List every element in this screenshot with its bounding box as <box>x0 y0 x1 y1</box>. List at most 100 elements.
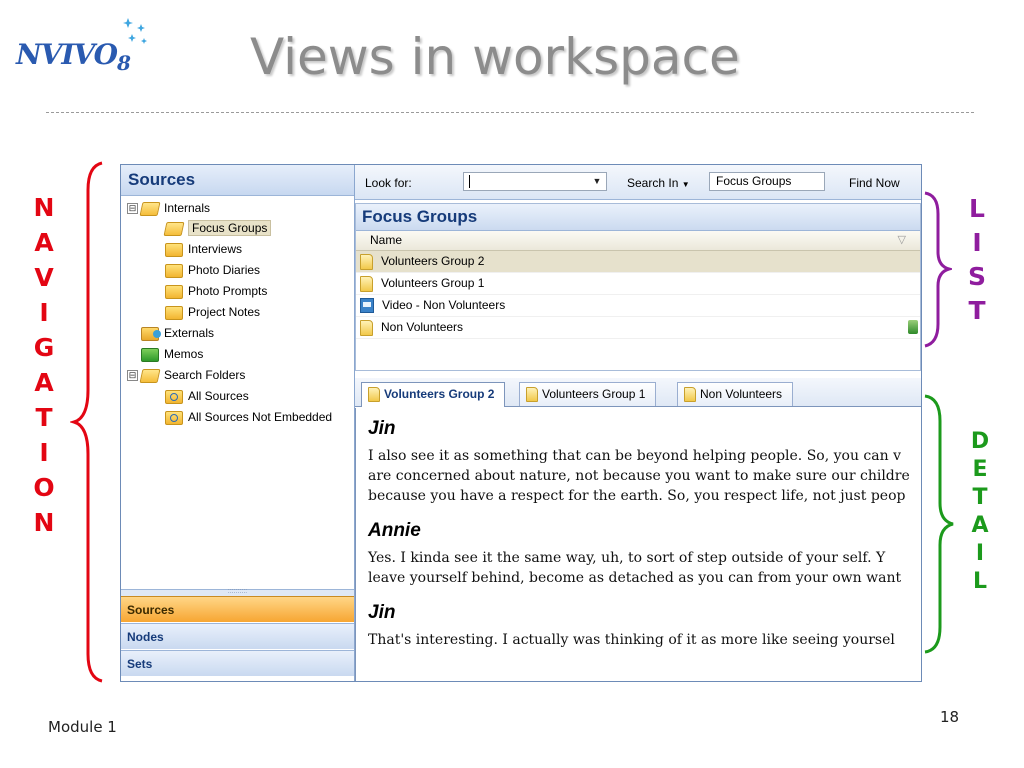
list-item[interactable]: Video - Non Volunteers <box>356 295 920 317</box>
detail-letter: D <box>970 429 990 454</box>
collapse-toggle-icon[interactable]: ⊟ <box>127 203 138 215</box>
title-divider <box>46 112 974 113</box>
list-brace <box>924 191 952 348</box>
open-folder-icon <box>139 201 161 216</box>
look-for-input[interactable]: ▼ <box>463 172 607 191</box>
text-caret <box>469 175 470 188</box>
tree-item-photo-diaries[interactable]: Photo Diaries <box>165 260 260 280</box>
list-letter: L <box>969 194 985 223</box>
tree-item-label: Memos <box>164 347 204 361</box>
page-number: 18 <box>940 708 960 726</box>
document-icon <box>526 387 538 403</box>
navigation-letter: N <box>33 193 55 222</box>
nvivo-workspace: Sources ⊟ Internals Focus Groups Intervie… <box>120 164 922 682</box>
memos-folder-icon <box>141 347 159 362</box>
search-folder-icon <box>165 389 183 404</box>
tree-item-label: Focus Groups <box>188 220 272 236</box>
tree-item-internals[interactable]: ⊟ Internals <box>127 198 210 218</box>
list-annotation: L I S T <box>960 192 994 328</box>
detail-letter: E <box>972 457 988 482</box>
tab-label: Non Volunteers <box>700 387 783 401</box>
tree-item-label: Photo Prompts <box>188 284 268 298</box>
navigation-letter: V <box>34 263 54 292</box>
tree-item-project-notes[interactable]: Project Notes <box>165 302 260 322</box>
tab-non-volunteers[interactable]: Non Volunteers <box>677 382 794 406</box>
detail-annotation: D E T A I L <box>963 428 997 596</box>
dropdown-arrow-icon[interactable]: ▼ <box>588 173 606 190</box>
folder-icon <box>165 284 183 299</box>
document-icon <box>360 319 373 336</box>
find-now-button[interactable]: Find Now <box>849 176 900 190</box>
detail-view[interactable]: Jin I also see it as something that can … <box>355 408 921 681</box>
tree-item-label: All Sources <box>188 389 249 403</box>
navigation-header: Sources <box>121 165 354 196</box>
filter-icon[interactable]: ▽ <box>898 231 906 250</box>
transcript-line: I also see it as something that can be b… <box>368 448 901 464</box>
logo-version: 8 <box>117 51 131 75</box>
transcript-line: Yes. I kinda see it the same way, uh, to… <box>368 550 886 566</box>
list-letter: I <box>972 228 982 257</box>
document-icon <box>360 275 373 292</box>
document-icon <box>368 387 380 403</box>
find-bar: Look for: ▼ Search In ▼ Focus Groups Fin… <box>355 165 921 200</box>
tree-item-label: Externals <box>164 326 215 340</box>
navigation-letter: O <box>33 473 55 502</box>
nav-button-nodes[interactable]: Nodes <box>121 623 354 649</box>
navigation-letter: N <box>33 508 55 537</box>
column-header-name[interactable]: Name ▽ <box>356 231 920 251</box>
tree-item-photo-prompts[interactable]: Photo Prompts <box>165 281 267 301</box>
navigation-letter: I <box>39 438 49 467</box>
tree-item-all-sources[interactable]: All Sources <box>165 386 249 406</box>
detail-letter: L <box>972 569 988 594</box>
navigation-letter: I <box>39 298 49 327</box>
list-item[interactable]: Volunteers Group 2 <box>356 251 920 273</box>
tree-item-memos[interactable]: Memos <box>141 344 203 364</box>
column-header-label: Name <box>370 233 403 247</box>
list-item[interactable]: Volunteers Group 1 <box>356 273 920 295</box>
navigation-annotation: N A V I G A T I O N <box>27 190 61 540</box>
tree-item-all-sources-not-embedded[interactable]: All Sources Not Embedded <box>165 407 332 427</box>
look-for-label: Look for: <box>365 176 412 190</box>
speaker-name: Annie <box>368 520 421 541</box>
list-item-name: Volunteers Group 2 <box>381 254 485 268</box>
nvivo-logo: NVIVO8 <box>16 18 147 78</box>
search-scope-field[interactable]: Focus Groups <box>709 172 825 191</box>
navigation-letter: A <box>34 368 54 397</box>
speaker-name: Jin <box>368 602 396 623</box>
document-icon <box>684 387 696 403</box>
tree-item-label: Interviews <box>188 242 243 256</box>
pane-resize-grip[interactable]: :::::::::: <box>121 588 354 596</box>
nav-button-sets[interactable]: Sets <box>121 650 354 676</box>
navigation-letter: G <box>33 333 55 362</box>
open-folder-icon <box>139 368 161 383</box>
nav-button-sources[interactable]: Sources <box>121 596 354 622</box>
list-view: Focus Groups Name ▽ Volunteers Group 2 V… <box>355 203 921 371</box>
chevron-down-icon: ▼ <box>681 180 690 189</box>
tree-item-label: Internals <box>164 201 211 215</box>
tree-item-search-folders[interactable]: ⊟ Search Folders <box>127 365 245 385</box>
transcript-line: are concerned about nature, not because … <box>368 468 910 484</box>
workspace-right: Look for: ▼ Search In ▼ Focus Groups Fin… <box>355 165 921 681</box>
folder-icon <box>165 242 183 257</box>
tab-volunteers-group-2[interactable]: Volunteers Group 2 <box>361 382 506 407</box>
detail-letter: T <box>972 485 988 510</box>
folder-icon <box>165 263 183 278</box>
tree-item-label: All Sources Not Embedded <box>188 410 333 424</box>
tab-volunteers-group-1[interactable]: Volunteers Group 1 <box>519 382 657 406</box>
list-item-name: Non Volunteers <box>381 320 464 334</box>
navigation-brace <box>70 161 103 683</box>
detail-brace <box>924 394 954 654</box>
navigation-letter: T <box>35 403 53 432</box>
footer-label: Module 1 <box>48 718 117 736</box>
tree-item-interviews[interactable]: Interviews <box>165 239 242 259</box>
tree-item-externals[interactable]: Externals <box>141 323 214 343</box>
list-item[interactable]: Non Volunteers <box>356 317 920 339</box>
open-folder-icon <box>163 221 185 236</box>
document-icon <box>360 253 373 270</box>
list-item-name: Video - Non Volunteers <box>382 298 506 312</box>
transcript-line: That's interesting. I actually was think… <box>368 632 895 648</box>
search-in-button[interactable]: Search In ▼ <box>627 176 690 190</box>
tree-item-focus-groups[interactable]: Focus Groups <box>163 218 272 238</box>
navigation-letter: A <box>34 228 54 257</box>
collapse-toggle-icon[interactable]: ⊟ <box>127 370 138 382</box>
